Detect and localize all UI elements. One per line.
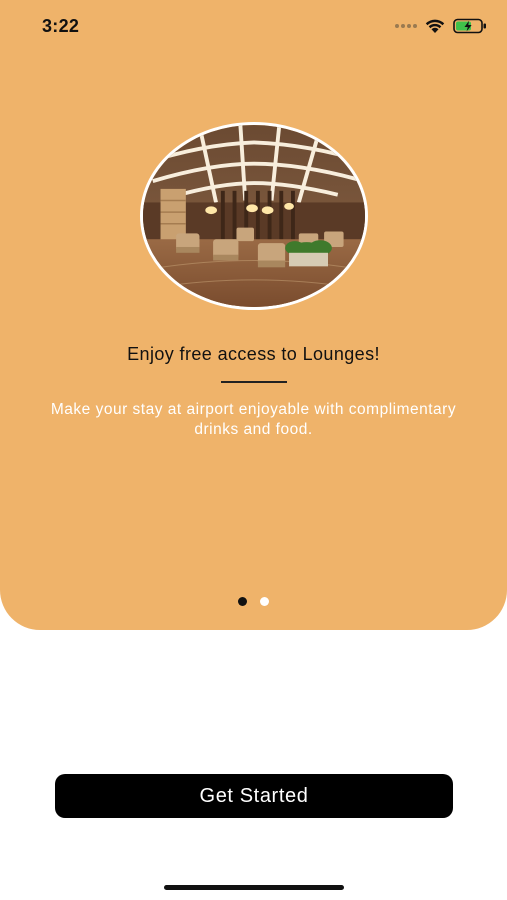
status-bar: 3:22 (0, 0, 507, 52)
page-dot-2[interactable] (260, 597, 269, 606)
home-indicator[interactable] (164, 885, 344, 890)
onboarding-title: Enjoy free access to Lounges! (127, 344, 380, 364)
wifi-icon (425, 19, 445, 33)
title-divider (221, 381, 287, 383)
onboarding-subtitle: Make your stay at airport enjoyable with… (50, 401, 457, 438)
signal-dots-icon (395, 24, 417, 28)
get-started-button[interactable]: Get Started (55, 774, 453, 818)
battery-charging-icon (453, 18, 486, 34)
onboarding-hero-panel[interactable]: 3:22 Enjoy free access to Lounges! Make … (0, 0, 507, 630)
status-icons (395, 18, 487, 34)
onboarding-screen: 3:22 Enjoy free access to Lounges! Make … (0, 0, 507, 900)
page-indicator[interactable] (238, 597, 269, 606)
lounge-illustration (140, 122, 368, 310)
page-dot-1[interactable] (238, 597, 247, 606)
status-time: 3:22 (42, 16, 80, 36)
